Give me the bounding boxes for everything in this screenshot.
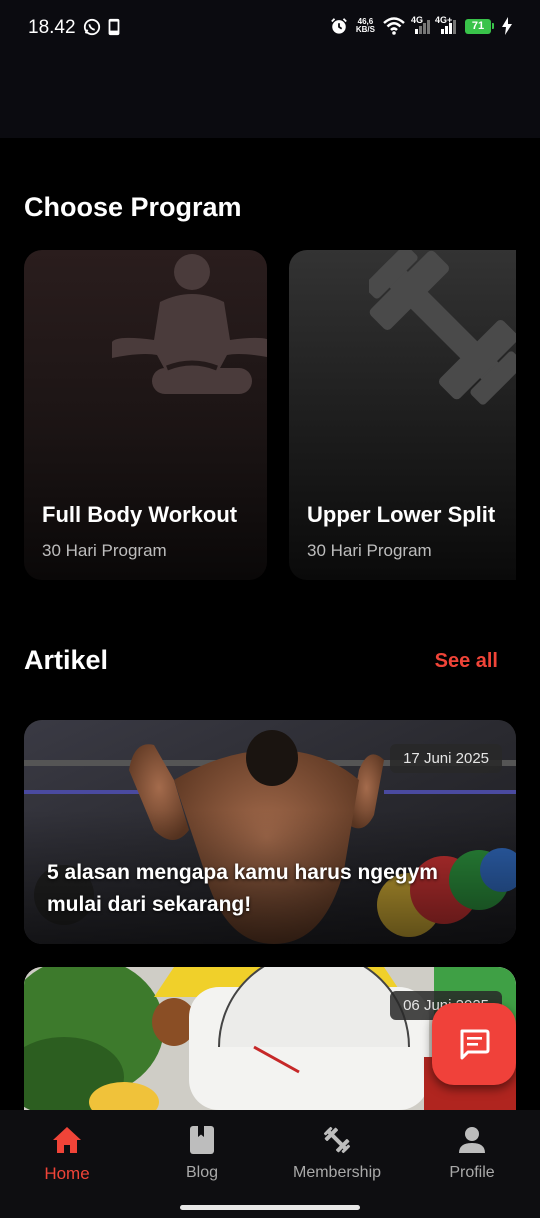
program-card-subtitle: 30 Hari Program (42, 541, 167, 560)
dumbbell-icon (369, 250, 516, 405)
phone-icon (108, 18, 120, 36)
nav-label: Blog (185, 1164, 219, 1181)
article-title: 5 alasan mengapa kamu harus ngegym mulai… (47, 861, 438, 916)
net-speed-unit: KB/S (355, 25, 375, 34)
chat-icon (460, 1029, 490, 1060)
book-icon (186, 1124, 218, 1156)
choose-program-title: Choose Program (24, 192, 242, 222)
signal-4g-label: 4G (411, 15, 424, 25)
nav-label: Home (44, 1164, 90, 1183)
program-card-title: Upper Lower Split (307, 502, 496, 527)
status-notification-icons (83, 18, 123, 36)
battery-icon: 71 (465, 18, 494, 34)
signal-4gplus: 4G+ (435, 15, 457, 34)
home-icon (51, 1124, 83, 1156)
whatsapp-icon (83, 18, 101, 36)
alarm-icon (331, 18, 347, 34)
nav-label: Profile (449, 1164, 495, 1181)
chat-fab-button[interactable] (432, 1003, 516, 1085)
meditation-icon (112, 254, 267, 394)
dumbbell-icon (321, 1124, 353, 1156)
status-bar: 18.42 46,6 KB/S 4G 4G+ 71 (0, 0, 540, 138)
status-system-icons: 46,6 KB/S 4G 4G+ 71 (330, 15, 512, 35)
wifi-icon (383, 17, 405, 35)
home-indicator (180, 1205, 360, 1210)
see-all-link[interactable]: See all (435, 650, 498, 673)
nav-item-profile[interactable]: Profile (412, 1124, 532, 1182)
program-card-title: Full Body Workout (42, 502, 238, 527)
nav-label: Membership (292, 1164, 382, 1181)
battery-level: 71 (465, 18, 491, 34)
artikel-title: Artikel (24, 645, 109, 675)
charging-icon (502, 17, 512, 35)
bottom-navigation: Home Blog Membership Profile (0, 1110, 540, 1218)
article-card[interactable]: 17 Juni 2025 5 alasan mengapa kamu harus… (24, 720, 516, 944)
signal-4gplus-label: 4G+ (435, 15, 453, 25)
article-date-badge: 17 Juni 2025 (390, 744, 502, 773)
nav-item-home[interactable]: Home (7, 1124, 127, 1184)
program-card-full-body[interactable]: Full Body Workout 30 Hari Program (24, 250, 267, 580)
signal-4g: 4G (411, 15, 431, 34)
nav-item-blog[interactable]: Blog (142, 1124, 262, 1182)
status-time: 18.42 (28, 17, 76, 38)
person-icon (456, 1124, 488, 1156)
program-card-upper-lower[interactable]: Upper Lower Split 30 Hari Program (289, 250, 516, 580)
program-card-subtitle: 30 Hari Program (307, 541, 432, 560)
net-speed: 46,6 KB/S (356, 18, 375, 34)
nav-item-membership[interactable]: Membership (277, 1124, 397, 1182)
